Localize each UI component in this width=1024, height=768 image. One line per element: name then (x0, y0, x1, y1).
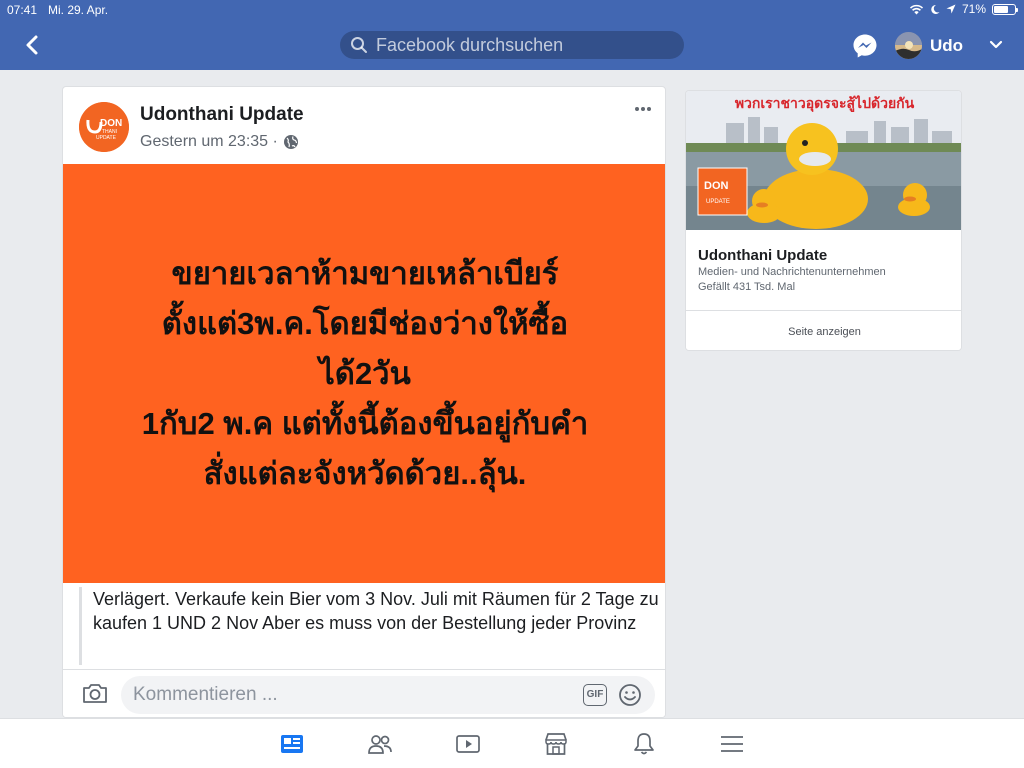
logo-text-don: DON (100, 118, 122, 129)
post-translation: Verlägert. Verkaufe kein Bier vom 3 Nov.… (79, 587, 659, 665)
avatar[interactable] (895, 32, 922, 59)
globe-icon (283, 135, 298, 149)
page-suggestion-card: DON UPDATE พวกเราชาวอุดรจะสู้ไปด้วยกัน U… (685, 90, 962, 351)
page-cover-photo[interactable]: DON UPDATE พวกเราชาวอุดรจะสู้ไปด้วยกัน (686, 91, 961, 230)
status-date: Mi. 29. Apr. (48, 3, 109, 17)
watch-icon[interactable] (455, 731, 481, 757)
logo-text-update: UPDATE (96, 135, 117, 141)
bottom-nav (0, 718, 1024, 768)
banner-line: ได้2วัน (319, 355, 411, 391)
menu-icon[interactable] (719, 731, 745, 757)
moon-icon (931, 4, 940, 14)
battery-fill (994, 5, 1009, 13)
page-card-likes: Gefällt 431 Tsd. Mal (698, 281, 796, 293)
post-timestamp[interactable]: Gestern um 23:35 · (140, 133, 278, 151)
banner-line: ขยายเวลาห้ามขายเหล้าเบียร์ (171, 255, 559, 291)
page-logo[interactable]: DON THANI UPDATE (79, 102, 129, 152)
banner-line: ตั้งแต่3พ.ค.โดยมีช่องว่างให้ซื้อ (161, 305, 569, 341)
post-page-name[interactable]: Udonthani Update (140, 104, 304, 126)
wifi-icon (909, 4, 924, 14)
avatar-photo (895, 32, 922, 59)
status-right: 71% (909, 2, 1018, 16)
news-feed-icon[interactable] (279, 731, 305, 757)
comment-input[interactable] (133, 682, 563, 708)
notifications-icon[interactable] (631, 731, 657, 757)
gif-button[interactable]: GIF (583, 684, 607, 706)
view-page-button[interactable]: Seite anzeigen (686, 310, 961, 350)
banner-text: ขยายเวลาห้ามขายเหล้าเบียร์ ตั้งแต่3พ.ค.โ… (85, 249, 645, 499)
battery-icon (992, 3, 1018, 15)
page-card-name[interactable]: Udonthani Update (698, 247, 827, 264)
udonthani-logo: DON THANI UPDATE (79, 102, 129, 152)
messenger-icon[interactable] (852, 33, 878, 59)
more-options-icon[interactable] (633, 105, 653, 113)
banner-line: 1กับ2 พ.ค แต่ทั้งนี้ต้องขึ้นอยู่กับคำ (141, 405, 589, 441)
post-card: DON THANI UPDATE Udonthani Update Gester… (62, 86, 666, 718)
top-bar: 07:41 Mi. 29. Apr. 71% Udo (0, 0, 1024, 70)
page-card-category: Medien- und Nachrichtenunternehmen (698, 266, 886, 278)
status-bar: 07:41 Mi. 29. Apr. 71% (0, 0, 1024, 20)
post-meta: Gestern um 23:35 · (140, 133, 299, 151)
friends-icon[interactable] (367, 731, 393, 757)
banner-line: สั่งแต่ละจังหวัดด้วย..ลุ้น. (203, 455, 527, 491)
comment-bar: GIF (63, 669, 665, 717)
cover-caption: พวกเราชาวอุดรจะสู้ไปด้วยกัน (734, 95, 915, 111)
location-arrow-icon (946, 4, 956, 14)
search-input[interactable] (376, 34, 666, 56)
emoji-icon[interactable] (618, 683, 642, 707)
search-bar[interactable] (340, 31, 684, 59)
marketplace-icon[interactable] (543, 731, 569, 757)
cover-logo-subtext: UPDATE (706, 199, 730, 205)
battery-percent: 71% (961, 2, 986, 16)
camera-icon[interactable] (82, 682, 108, 704)
cover-logo-text: DON (704, 180, 729, 192)
back-arrow-icon[interactable] (22, 33, 42, 57)
post-image-banner[interactable]: ขยายเวลาห้ามขายเหล้าเบียร์ ตั้งแต่3พ.ค.โ… (63, 164, 665, 583)
search-icon (351, 37, 367, 53)
user-name[interactable]: Udo (930, 36, 963, 56)
chevron-down-icon[interactable] (988, 38, 1004, 52)
comment-field[interactable]: GIF (121, 676, 655, 714)
status-time: 07:41 (7, 3, 38, 17)
